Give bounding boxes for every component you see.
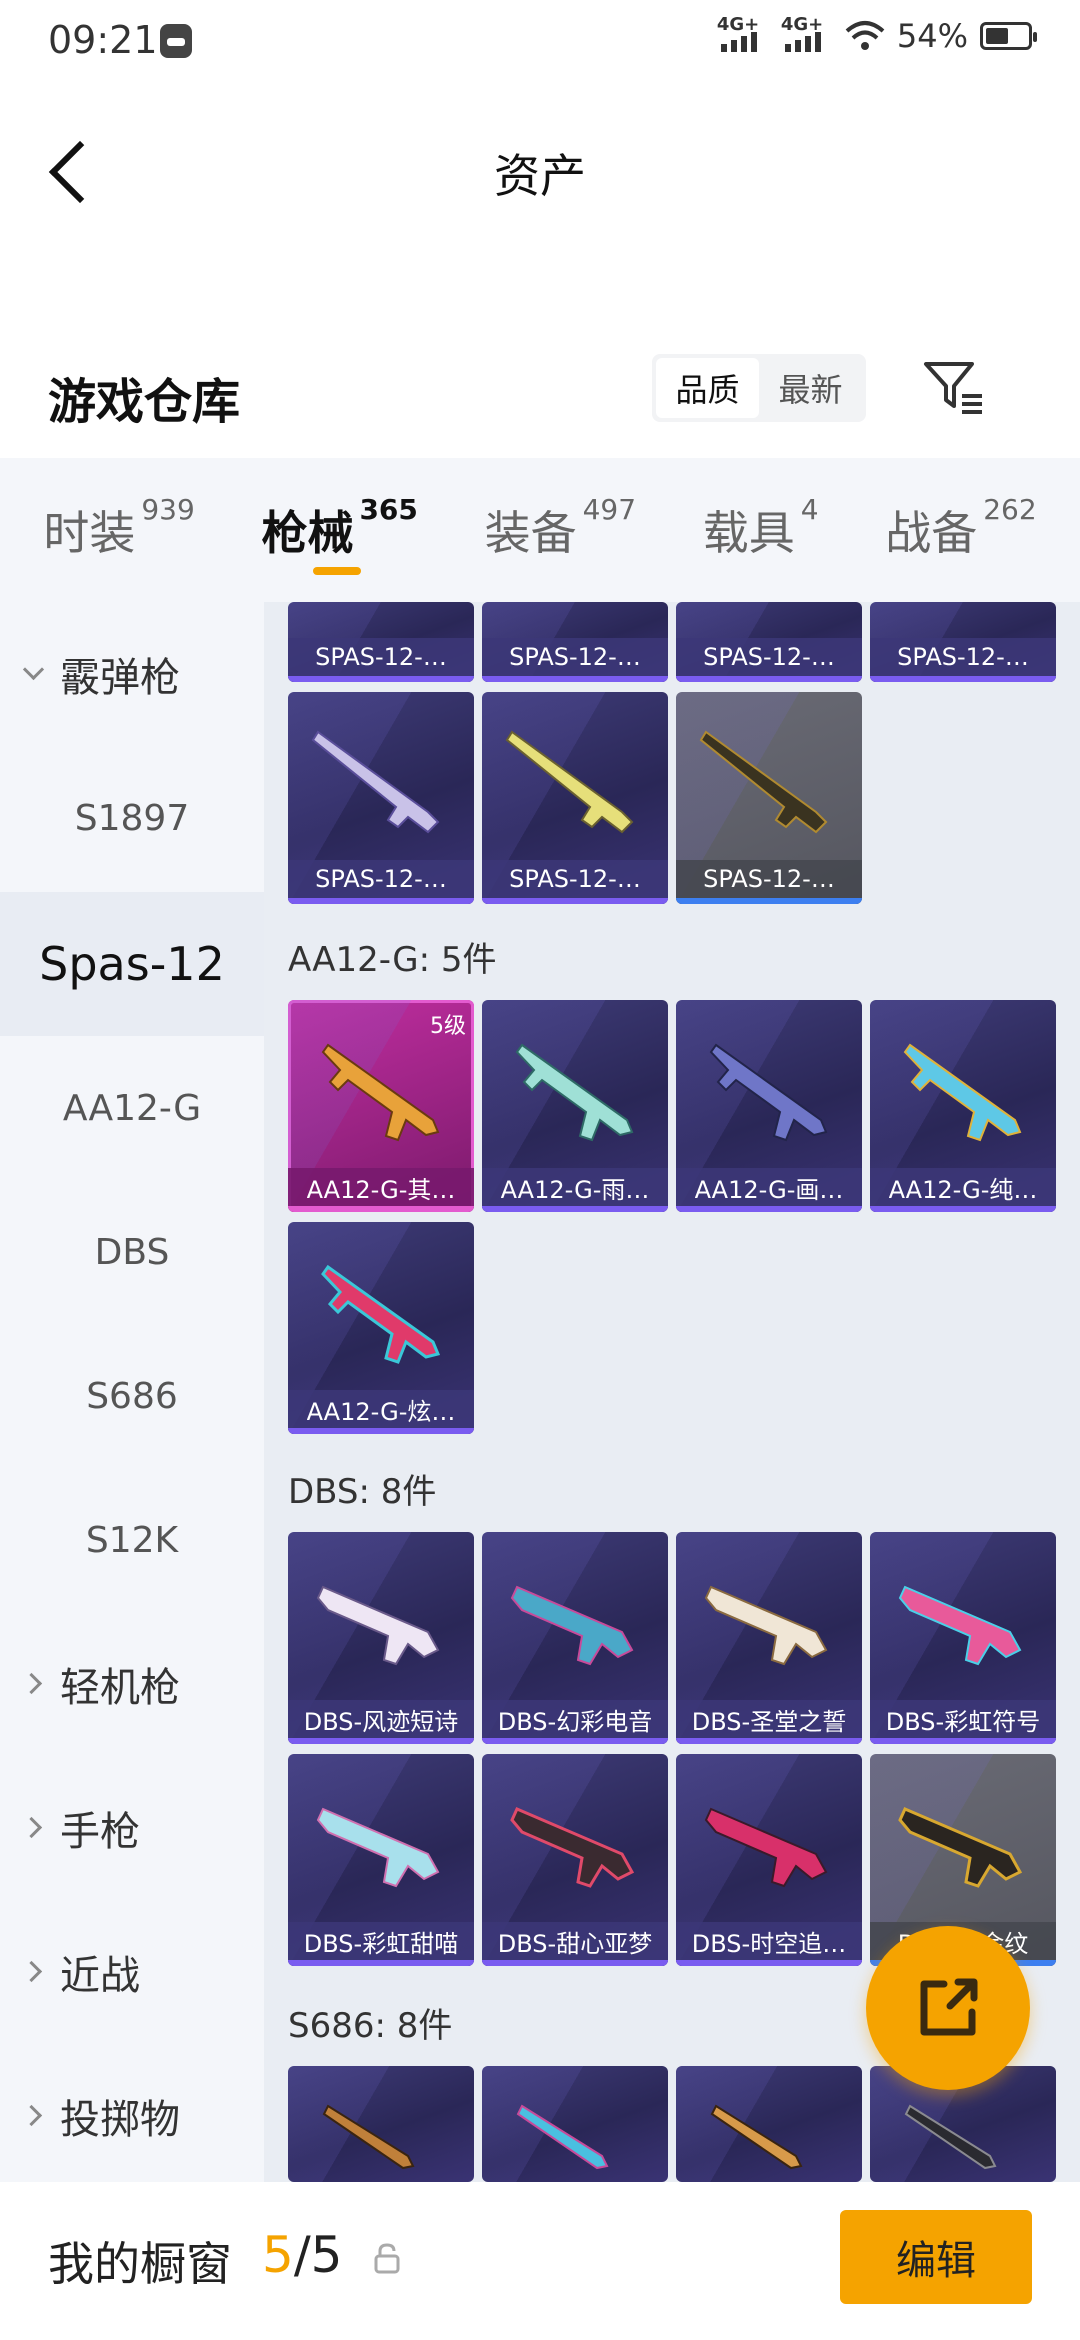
showcase-count: 5/5 [262,2226,343,2284]
chevron-down-icon [22,662,46,686]
weapon-card[interactable]: DBS-圣堂之誓 [676,1532,862,1744]
weapon-card[interactable]: AA12-G-纯… [870,1000,1056,1212]
shotgun-image [704,1585,828,1666]
weapon-card[interactable]: SPAS-12-… [288,602,474,682]
weapon-card[interactable] [288,2066,474,2182]
showcase-bar: 我的橱窗 5/5 编辑 [0,2182,1080,2340]
weapon-card[interactable]: DBS-风迹短诗 [288,1532,474,1744]
rifle-image [515,1043,634,1142]
weapon-card[interactable]: DBS-彩虹符号 [870,1532,1056,1744]
weapon-card[interactable]: DBS-甜心亚梦 [482,1754,668,1966]
wifi-icon [845,21,885,50]
sidebar-group-melee[interactable]: 近战 [0,1900,264,2044]
weapon-card[interactable]: SPAS-12-… [288,692,474,904]
weapon-card[interactable]: DBS-彩虹甜喵 [288,1754,474,1966]
filter-icon[interactable] [920,354,986,420]
weapon-card[interactable]: DBS-幻彩电音 [482,1532,668,1744]
tab-equipment[interactable]: 装备 497 [485,493,636,563]
weapon-sidebar: 霰弹枪 S1897 Spas-12 AA12-G DBS S686 S12K 轻… [0,602,264,2182]
chevron-right-icon [22,1672,46,1696]
status-time: 09:21 [48,18,158,62]
shotgun-image [710,2104,803,2170]
weapon-card[interactable]: SPAS-12-… [482,602,668,682]
sort-toggle: 品质 最新 [652,354,866,422]
tab-vehicles[interactable]: 载具 4 [703,493,819,563]
weapon-card[interactable]: SPAS-12-… [482,692,668,904]
shotgun-image [316,1585,440,1666]
shotgun-image [505,730,634,834]
chevron-right-icon [22,2104,46,2128]
shotgun-image [704,1807,828,1888]
shotgun-image [510,1585,634,1666]
sidebar-group-pistol[interactable]: 手枪 [0,1756,264,1900]
sidebar-item-s686[interactable]: S686 [0,1324,264,1468]
weapon-card[interactable]: AA12-G-雨… [482,1000,668,1212]
rifle-image [903,1043,1022,1142]
rifle-image [321,1043,440,1142]
sidebar-group-shotgun[interactable]: 霰弹枪 [0,602,264,746]
battery-percent: 54% [896,17,968,55]
shotgun-image [898,1585,1022,1666]
tab-supplies[interactable]: 战备 262 [885,493,1036,563]
weapon-card[interactable]: AA12-G-炫… [288,1222,474,1434]
sort-newest-option[interactable]: 最新 [759,358,862,418]
signal-icon-1: 4G+ [717,16,769,56]
status-bar: 09:21 4G+ 4G+ 54% [0,0,1080,84]
status-right-group: 4G+ 4G+ 54% [717,16,1037,56]
sidebar-group-lmg[interactable]: 轻机枪 [0,1612,264,1756]
tab-firearms[interactable]: 枪械 365 [261,493,418,575]
rifle-image [321,1264,441,1364]
edit-button[interactable]: 编辑 [840,2210,1032,2304]
section-title: 游戏仓库 [48,374,241,430]
shotgun-image [516,2104,609,2170]
weapon-card[interactable] [676,2066,862,2182]
shotgun-image [898,1807,1023,1888]
app-notification-icon [160,24,192,58]
tab-fashion[interactable]: 时装 939 [43,493,194,563]
chevron-right-icon [22,1960,46,1984]
shotgun-image [510,1807,635,1888]
s686-group-header: S686: 8件 [288,2006,453,2046]
dbs-group-header: DBS: 8件 [288,1472,437,1512]
shotgun-image [316,1807,440,1888]
weapon-card[interactable] [482,2066,668,2182]
weapon-card[interactable]: 5级 AA12-G-其… [288,1000,474,1212]
share-icon [920,1978,978,2036]
rifle-image [709,1043,828,1142]
weapon-card[interactable]: SPAS-12-… [870,602,1056,682]
sidebar-item-aa12g[interactable]: AA12-G [0,1036,264,1180]
category-tabs: 时装 939 枪械 365 装备 497 载具 4 战备 262 [0,458,1080,602]
weapon-card[interactable]: AA12-G-画… [676,1000,862,1212]
signal-icon-2: 4G+ [781,16,833,56]
weapon-card[interactable]: DBS-时空追… [676,1754,862,1966]
weapon-card[interactable]: SPAS-12-… [676,602,862,682]
sidebar-item-spas12[interactable]: Spas-12 [0,892,264,1036]
sidebar-item-dbs[interactable]: DBS [0,1180,264,1324]
sort-quality-option[interactable]: 品质 [656,358,759,418]
lock-icon [374,2243,400,2274]
battery-icon [980,22,1037,50]
shotgun-image [699,730,828,834]
shotgun-image [322,2104,415,2170]
sidebar-item-s12k[interactable]: S12K [0,1468,264,1612]
page-title: 资产 [494,149,586,203]
sidebar-item-s1897[interactable]: S1897 [0,746,264,890]
chevron-right-icon [22,1816,46,1840]
shotgun-image [311,730,440,834]
showcase-label: 我的橱窗 [48,2237,232,2291]
weapon-card[interactable]: SPAS-12-… [676,692,862,904]
share-fab-button[interactable] [866,1926,1030,2090]
aa12-group-header: AA12-G: 5件 [288,940,497,980]
sidebar-group-throwable[interactable]: 投掷物 [0,2044,264,2188]
